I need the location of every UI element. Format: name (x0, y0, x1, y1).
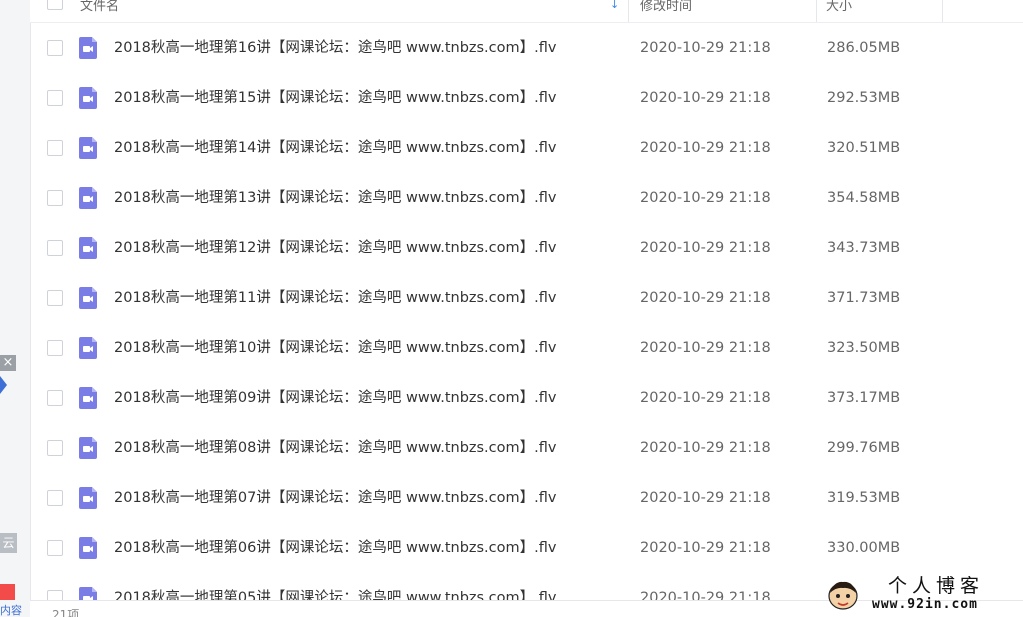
video-file-icon (79, 287, 97, 309)
file-manager-window: × 云 内容 文件名 ↓ 修改时间 大小 2018秋高一地理第16讲【网课论坛：… (0, 0, 1023, 617)
video-file-icon (79, 187, 97, 209)
file-size: 343.73MB (827, 240, 901, 256)
file-name[interactable]: 2018秋高一地理第14讲【网课论坛：途鸟吧 www.tnbzs.com】.fl… (114, 123, 556, 173)
file-name[interactable]: 2018秋高一地理第07讲【网课论坛：途鸟吧 www.tnbzs.com】.fl… (114, 473, 556, 523)
row-checkbox[interactable] (47, 540, 63, 556)
file-modified-time: 2020-10-29 21:18 (640, 290, 771, 306)
blog-watermark: 个人博客 www.92in.com (826, 575, 1016, 613)
file-name[interactable]: 2018秋高一地理第11讲【网课论坛：途鸟吧 www.tnbzs.com】.fl… (114, 273, 556, 323)
file-list: 2018秋高一地理第16讲【网课论坛：途鸟吧 www.tnbzs.com】.fl… (30, 23, 1023, 600)
file-size: 286.05MB (827, 40, 901, 56)
video-file-icon (79, 87, 97, 109)
file-modified-time: 2020-10-29 21:18 (640, 440, 771, 456)
file-modified-time: 2020-10-29 21:18 (640, 340, 771, 356)
file-name[interactable]: 2018秋高一地理第10讲【网课论坛：途鸟吧 www.tnbzs.com】.fl… (114, 323, 556, 373)
file-size: 371.73MB (827, 290, 901, 306)
file-modified-time: 2020-10-29 21:18 (640, 90, 771, 106)
file-row[interactable]: 2018秋高一地理第10讲【网课论坛：途鸟吧 www.tnbzs.com】.fl… (30, 323, 1023, 373)
watermark-site: www.92in.com (872, 597, 978, 612)
sidebar-bottom-label[interactable]: 内容 (0, 604, 30, 617)
row-checkbox[interactable] (47, 240, 63, 256)
row-checkbox[interactable] (47, 190, 63, 206)
video-file-icon (79, 37, 97, 59)
file-name[interactable]: 2018秋高一地理第16讲【网课论坛：途鸟吧 www.tnbzs.com】.fl… (114, 23, 556, 73)
row-checkbox[interactable] (47, 440, 63, 456)
file-size: 323.50MB (827, 340, 901, 356)
file-name[interactable]: 2018秋高一地理第09讲【网课论坛：途鸟吧 www.tnbzs.com】.fl… (114, 373, 556, 423)
expand-arrow-icon[interactable] (0, 376, 7, 394)
file-row[interactable]: 2018秋高一地理第16讲【网课论坛：途鸟吧 www.tnbzs.com】.fl… (30, 23, 1023, 73)
file-modified-time: 2020-10-29 21:18 (640, 140, 771, 156)
file-name[interactable]: 2018秋高一地理第08讲【网课论坛：途鸟吧 www.tnbzs.com】.fl… (114, 423, 556, 473)
row-checkbox[interactable] (47, 40, 63, 56)
column-divider[interactable] (816, 0, 817, 22)
file-name[interactable]: 2018秋高一地理第06讲【网课论坛：途鸟吧 www.tnbzs.com】.fl… (114, 523, 556, 573)
file-modified-time: 2020-10-29 21:18 (640, 190, 771, 206)
file-modified-time: 2020-10-29 21:18 (640, 490, 771, 506)
file-modified-time: 2020-10-29 21:18 (640, 390, 771, 406)
video-file-icon (79, 337, 97, 359)
column-divider[interactable] (628, 0, 629, 22)
file-modified-time: 2020-10-29 21:18 (640, 40, 771, 56)
item-count: 21项 (52, 608, 80, 617)
red-badge-icon (0, 584, 15, 600)
file-modified-time: 2020-10-29 21:18 (640, 590, 771, 600)
file-row[interactable]: 2018秋高一地理第06讲【网课论坛：途鸟吧 www.tnbzs.com】.fl… (30, 523, 1023, 573)
row-checkbox[interactable] (47, 290, 63, 306)
file-name[interactable]: 2018秋高一地理第13讲【网课论坛：途鸟吧 www.tnbzs.com】.fl… (114, 173, 556, 223)
list-header: 文件名 ↓ 修改时间 大小 (30, 0, 1023, 23)
video-file-icon (79, 387, 97, 409)
column-header-name[interactable]: 文件名 (80, 0, 119, 22)
file-row[interactable]: 2018秋高一地理第08讲【网课论坛：途鸟吧 www.tnbzs.com】.fl… (30, 423, 1023, 473)
avatar (828, 581, 858, 610)
video-file-icon (79, 437, 97, 459)
file-name[interactable]: 2018秋高一地理第05讲【网课论坛：途鸟吧 www.tnbzs.com】.fl… (114, 573, 556, 600)
row-checkbox[interactable] (47, 590, 63, 600)
row-checkbox[interactable] (47, 90, 63, 106)
video-file-icon (79, 237, 97, 259)
row-checkbox[interactable] (47, 340, 63, 356)
file-size: 354.58MB (827, 190, 901, 206)
file-row[interactable]: 2018秋高一地理第14讲【网课论坛：途鸟吧 www.tnbzs.com】.fl… (30, 123, 1023, 173)
file-row[interactable]: 2018秋高一地理第15讲【网课论坛：途鸟吧 www.tnbzs.com】.fl… (30, 73, 1023, 123)
file-modified-time: 2020-10-29 21:18 (640, 540, 771, 556)
column-header-time[interactable]: 修改时间 (640, 0, 692, 22)
video-file-icon (79, 537, 97, 559)
video-file-icon (79, 137, 97, 159)
row-checkbox[interactable] (47, 140, 63, 156)
file-size: 299.76MB (827, 440, 901, 456)
file-row[interactable]: 2018秋高一地理第11讲【网课论坛：途鸟吧 www.tnbzs.com】.fl… (30, 273, 1023, 323)
file-size: 320.51MB (827, 140, 901, 156)
video-file-icon (79, 587, 97, 600)
left-sidebar-strip: × 云 内容 (0, 0, 31, 617)
file-row[interactable]: 2018秋高一地理第12讲【网课论坛：途鸟吧 www.tnbzs.com】.fl… (30, 223, 1023, 273)
row-checkbox[interactable] (47, 390, 63, 406)
sort-arrow-icon[interactable]: ↓ (610, 0, 619, 11)
file-size: 319.53MB (827, 490, 901, 506)
video-file-icon (79, 487, 97, 509)
watermark-title: 个人博客 (888, 575, 985, 597)
file-row[interactable]: 2018秋高一地理第07讲【网课论坛：途鸟吧 www.tnbzs.com】.fl… (30, 473, 1023, 523)
column-header-size[interactable]: 大小 (826, 0, 852, 22)
select-all-checkbox[interactable] (47, 0, 63, 10)
file-name[interactable]: 2018秋高一地理第12讲【网课论坛：途鸟吧 www.tnbzs.com】.fl… (114, 223, 556, 273)
file-row[interactable]: 2018秋高一地理第09讲【网课论坛：途鸟吧 www.tnbzs.com】.fl… (30, 373, 1023, 423)
file-size: 373.17MB (827, 390, 901, 406)
column-divider[interactable] (942, 0, 943, 22)
sidebar-tag[interactable]: 云 (0, 533, 17, 553)
close-icon[interactable]: × (0, 355, 16, 371)
file-row[interactable]: 2018秋高一地理第13讲【网课论坛：途鸟吧 www.tnbzs.com】.fl… (30, 173, 1023, 223)
file-modified-time: 2020-10-29 21:18 (640, 240, 771, 256)
file-size: 292.53MB (827, 90, 901, 106)
file-size: 330.00MB (827, 540, 901, 556)
file-name[interactable]: 2018秋高一地理第15讲【网课论坛：途鸟吧 www.tnbzs.com】.fl… (114, 73, 556, 123)
row-checkbox[interactable] (47, 490, 63, 506)
